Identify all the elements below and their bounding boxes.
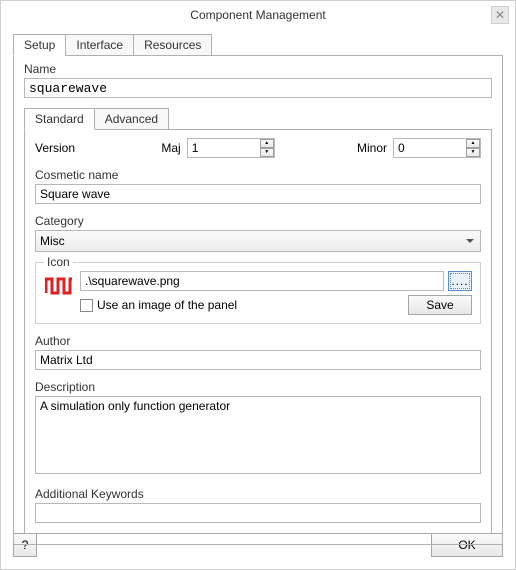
use-panel-image-label: Use an image of the panel	[97, 298, 237, 312]
tab-advanced[interactable]: Advanced	[94, 108, 169, 130]
description-label: Description	[35, 380, 481, 394]
window-title: Component Management	[190, 8, 325, 22]
icon-fieldset: Icon .... Use an image of the panel	[35, 262, 481, 324]
name-input[interactable]	[24, 78, 492, 98]
description-textarea[interactable]	[35, 396, 481, 474]
icon-save-button[interactable]: Save	[408, 295, 472, 315]
tab-standard[interactable]: Standard	[24, 108, 95, 130]
tab-resources[interactable]: Resources	[133, 34, 212, 56]
tab-interface[interactable]: Interface	[65, 34, 134, 56]
author-input[interactable]	[35, 350, 481, 370]
squarewave-icon	[44, 271, 74, 301]
main-tabs: Setup Interface Resources	[13, 34, 503, 56]
icon-path-input[interactable]	[80, 271, 444, 291]
standard-panel: Version Maj ▲ ▼ Minor ▲ ▼	[24, 129, 492, 534]
version-label: Version	[35, 141, 75, 155]
keywords-label: Additional Keywords	[35, 487, 481, 501]
cosmetic-label: Cosmetic name	[35, 168, 481, 182]
tab-setup[interactable]: Setup	[13, 34, 66, 56]
category-label: Category	[35, 214, 481, 228]
version-maj-label: Maj	[161, 141, 180, 155]
title-bar: Component Management ✕	[1, 1, 515, 29]
author-label: Author	[35, 334, 481, 348]
close-button[interactable]: ✕	[491, 6, 509, 24]
minor-spin-down[interactable]: ▼	[466, 148, 480, 157]
cosmetic-input[interactable]	[35, 184, 481, 204]
category-value: Misc	[40, 234, 65, 248]
use-panel-image-checkbox[interactable]	[80, 299, 93, 312]
category-select[interactable]: Misc	[35, 230, 481, 252]
setup-panel: Name Standard Advanced Version Maj ▲ ▼	[13, 55, 503, 545]
maj-spin-down[interactable]: ▼	[260, 148, 274, 157]
name-label: Name	[24, 62, 492, 76]
keywords-input[interactable]	[35, 503, 481, 523]
icon-legend: Icon	[44, 255, 73, 269]
version-minor-label: Minor	[357, 141, 387, 155]
close-icon: ✕	[495, 8, 505, 22]
inner-tabs: Standard Advanced	[24, 108, 492, 130]
minor-spin-up[interactable]: ▲	[466, 139, 480, 148]
icon-browse-button[interactable]: ....	[448, 271, 472, 291]
maj-spin-up[interactable]: ▲	[260, 139, 274, 148]
